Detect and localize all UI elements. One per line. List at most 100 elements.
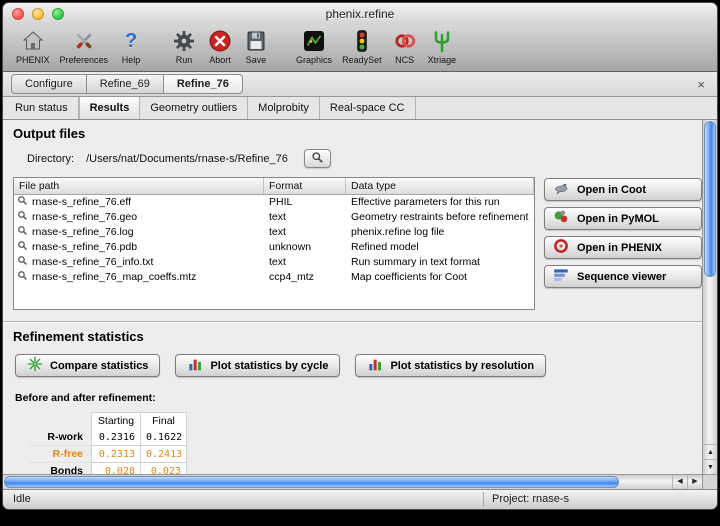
magnifier-icon xyxy=(311,151,324,167)
stats-column-final: Final xyxy=(141,412,187,429)
pymol-icon xyxy=(552,208,570,229)
close-window-button[interactable] xyxy=(12,8,24,20)
file-data-type: Map coefficients for Coot xyxy=(346,270,534,285)
button-label: Sequence viewer xyxy=(577,271,666,283)
compare-statistics-button[interactable]: Compare statistics xyxy=(15,354,160,377)
toolbar-button-ncs[interactable]: NCS xyxy=(387,27,423,66)
open-in-coot-button[interactable]: Open in Coot xyxy=(544,178,702,201)
table-row[interactable]: rnase-s_refine_76_map_coeffs.mtz ccp4_mt… xyxy=(14,270,534,285)
bar-chart-icon xyxy=(187,356,203,375)
tab-run-status[interactable]: Run status xyxy=(5,97,79,119)
table-row[interactable]: rnase-s_refine_76_info.txt text Run summ… xyxy=(14,255,534,270)
scroll-down-arrow[interactable]: ▼ xyxy=(703,459,717,474)
abort-icon xyxy=(207,28,233,54)
scroll-left-arrow[interactable]: ◀ xyxy=(672,475,687,489)
tab-geometry-outliers[interactable]: Geometry outliers xyxy=(140,97,248,119)
sequence-icon xyxy=(552,266,570,287)
stats-row-label: R-work xyxy=(29,429,91,446)
table-row[interactable]: rnase-s_refine_76.geo text Geometry rest… xyxy=(14,210,534,225)
tab-refine-76[interactable]: Refine_76 xyxy=(163,74,243,94)
file-data-type: Geometry restraints before refinement xyxy=(346,210,534,225)
before-after-label: Before and after refinement: xyxy=(15,392,702,404)
scroll-up-arrow[interactable]: ▲ xyxy=(703,444,717,459)
toolbar-button-preferences[interactable]: Preferences xyxy=(55,27,114,66)
table-row[interactable]: rnase-s_refine_76.eff PHIL Effective par… xyxy=(14,195,534,210)
file-format: unknown xyxy=(264,240,346,255)
open-in-pymol-button[interactable]: Open in PyMOL xyxy=(544,207,702,230)
stats-value: 0.023 xyxy=(141,463,187,474)
toolbar-button-phenix[interactable]: PHENIX xyxy=(11,27,55,66)
gear-icon xyxy=(171,28,197,54)
horizontal-scrollbar[interactable]: ◀ ▶ xyxy=(3,474,702,489)
column-header-file-path[interactable]: File path xyxy=(14,178,264,194)
column-header-data-type[interactable]: Data type xyxy=(346,178,534,194)
sequence-viewer-button[interactable]: Sequence viewer xyxy=(544,265,702,288)
toolbar-label: Help xyxy=(122,55,141,65)
tab-results[interactable]: Results xyxy=(79,97,141,119)
tools-icon xyxy=(71,28,97,54)
vertical-scrollbar-thumb[interactable] xyxy=(704,121,716,277)
status-bar: Idle Project: rnase-s xyxy=(3,489,717,509)
scrollbar-corner xyxy=(702,474,717,489)
magnifier-icon xyxy=(17,225,28,240)
file-format: PHIL xyxy=(264,195,346,210)
toolbar-label: Graphics xyxy=(296,55,332,65)
tab-real-space-cc[interactable]: Real-space CC xyxy=(320,97,416,119)
stats-value: 0.2413 xyxy=(141,446,187,463)
toolbar-button-run[interactable]: Run xyxy=(166,27,202,66)
before-after-table: Starting Final R-work 0.2316 0.1622 R-fr… xyxy=(29,412,187,474)
help-icon: ? xyxy=(118,28,144,54)
magnifier-icon xyxy=(17,195,28,210)
table-row[interactable]: rnase-s_refine_76.pdb unknown Refined mo… xyxy=(14,240,534,255)
toolbar-label: Abort xyxy=(209,55,231,65)
toolbar-label: Run xyxy=(176,55,193,65)
output-files-heading: Output files xyxy=(13,126,702,141)
directory-value: /Users/nat/Documents/rnase-s/Refine_76 xyxy=(86,153,288,165)
button-label: Open in PyMOL xyxy=(577,213,659,225)
sub-tab-bar: Run status Results Geometry outliers Mol… xyxy=(3,97,717,120)
viewer-buttons: Open in Coot Open in PyMOL Open in PHENI… xyxy=(544,177,702,310)
directory-row: Directory: /Users/nat/Documents/rnase-s/… xyxy=(27,149,702,168)
plot-by-cycle-button[interactable]: Plot statistics by cycle xyxy=(175,354,340,377)
toolbar-button-readyset[interactable]: ReadySet xyxy=(337,27,387,66)
zoom-window-button[interactable] xyxy=(52,8,64,20)
browse-directory-button[interactable] xyxy=(304,149,331,168)
window-title: phenix.refine xyxy=(3,3,717,25)
toolbar-label: Preferences xyxy=(60,55,109,65)
tab-molprobity[interactable]: Molprobity xyxy=(248,97,320,119)
open-in-phenix-button[interactable]: Open in PHENIX xyxy=(544,236,702,259)
toolbar-label: ReadySet xyxy=(342,55,382,65)
statistics-buttons: Compare statistics Plot statistics by cy… xyxy=(15,354,702,377)
scroll-right-arrow[interactable]: ▶ xyxy=(687,475,702,489)
toolbar-button-save[interactable]: Save xyxy=(238,27,274,66)
minimize-window-button[interactable] xyxy=(32,8,44,20)
horizontal-scrollbar-thumb[interactable] xyxy=(4,476,619,488)
graphics-icon xyxy=(301,28,327,54)
toolbar-button-xtriage[interactable]: Xtriage xyxy=(423,27,462,66)
stats-value: 0.2316 xyxy=(91,429,141,446)
file-format: text xyxy=(264,255,346,270)
stats-row-label: Bonds xyxy=(29,463,91,474)
toolbar-button-abort[interactable]: Abort xyxy=(202,27,238,66)
bar-chart-icon xyxy=(367,356,383,375)
tab-configure[interactable]: Configure xyxy=(11,74,87,94)
toolbar-button-help[interactable]: ? Help xyxy=(113,27,149,66)
horizontal-scroll-arrows: ◀ ▶ xyxy=(672,475,702,489)
plot-by-resolution-button[interactable]: Plot statistics by resolution xyxy=(355,354,546,377)
column-header-format[interactable]: Format xyxy=(264,178,346,194)
stats-corner-cell xyxy=(29,412,91,429)
button-label: Open in Coot xyxy=(577,184,646,196)
tab-refine-69[interactable]: Refine_69 xyxy=(86,74,164,94)
toolbar-button-graphics[interactable]: Graphics xyxy=(291,27,337,66)
stats-value: 0.2313 xyxy=(91,446,141,463)
magnifier-icon xyxy=(17,240,28,255)
vertical-scrollbar[interactable]: ▲ ▼ xyxy=(702,120,717,474)
section-divider xyxy=(3,321,702,323)
toolbar: PHENIX Preferences ? Help xyxy=(3,25,717,72)
table-row[interactable]: rnase-s_refine_76.log text phenix.refine… xyxy=(14,225,534,240)
magnifier-icon xyxy=(17,255,28,270)
results-scrollview: Output files Directory: /Users/nat/Docum… xyxy=(3,120,702,474)
close-tab-button[interactable]: × xyxy=(697,77,705,92)
magnifier-icon xyxy=(17,210,28,225)
file-format: text xyxy=(264,210,346,225)
